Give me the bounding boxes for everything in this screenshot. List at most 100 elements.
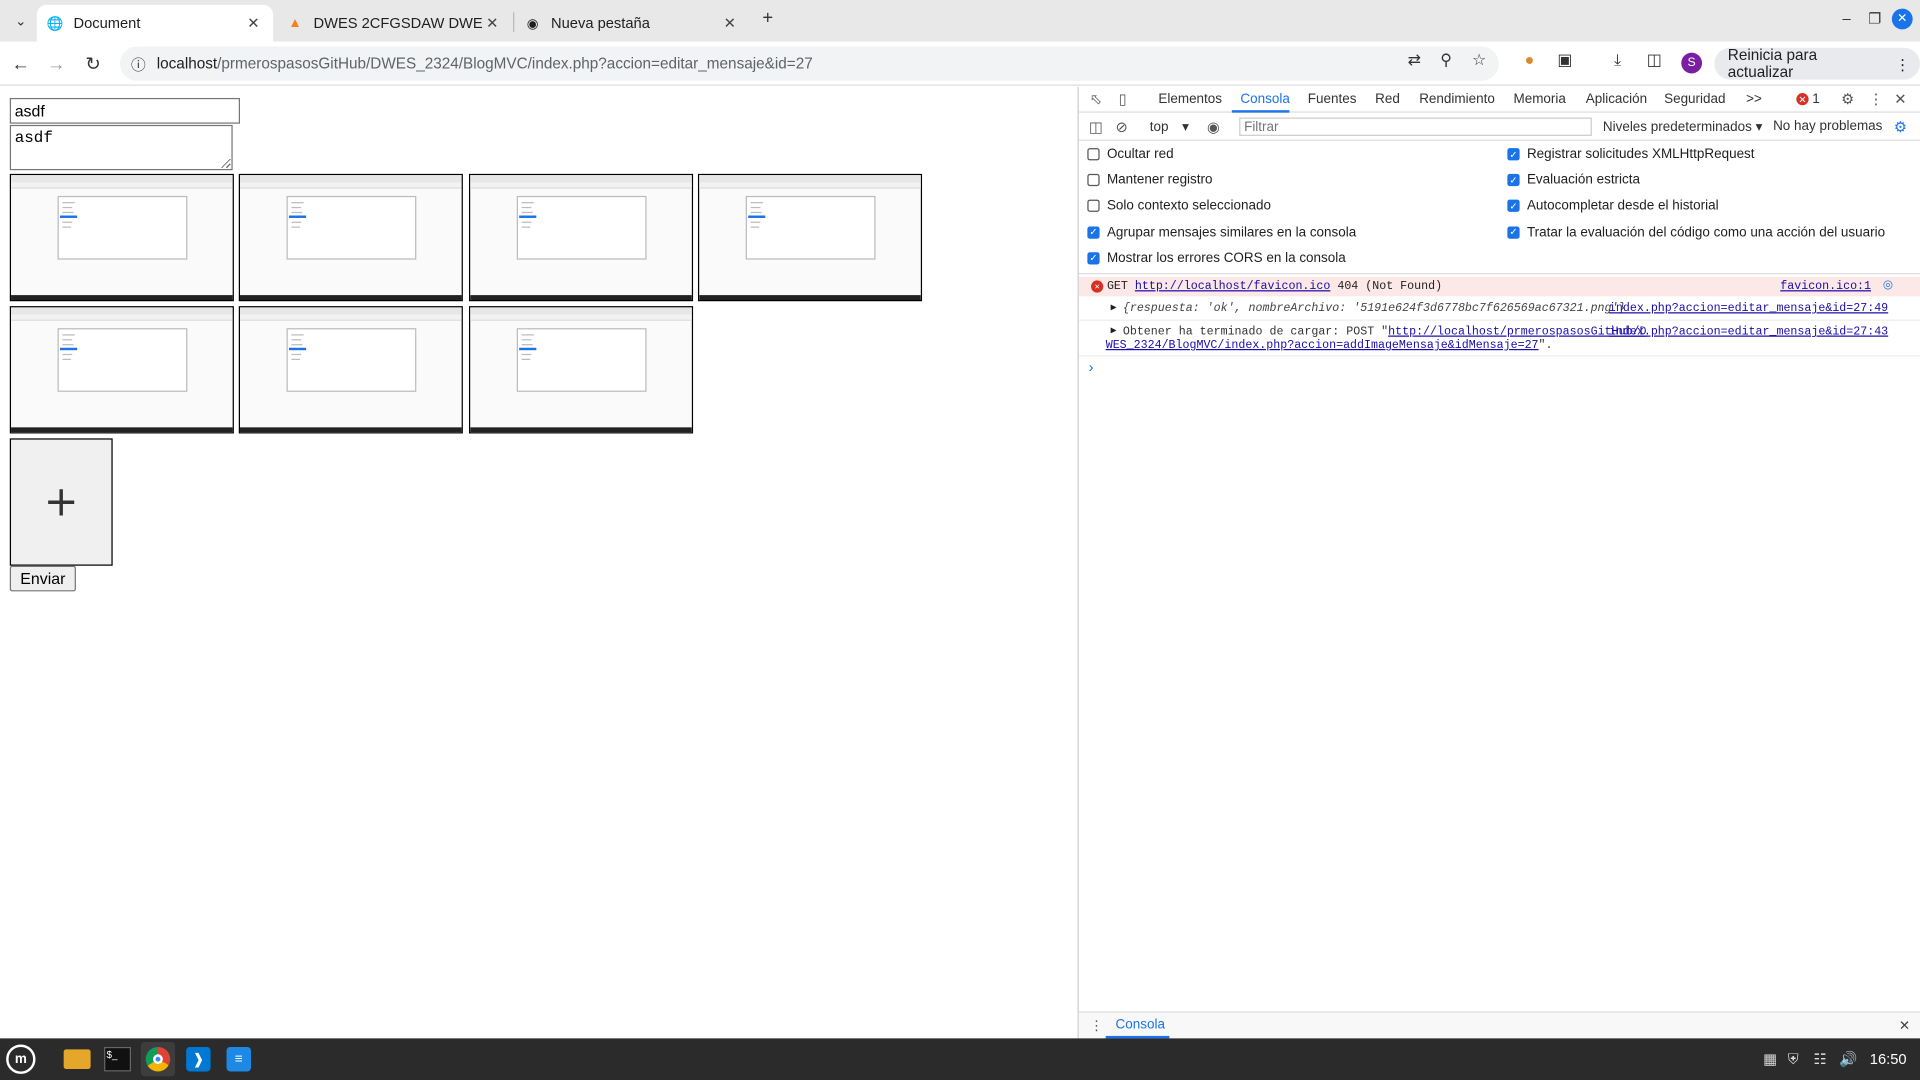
profile-avatar[interactable]: S	[1681, 52, 1703, 74]
network-tray-icon[interactable]: ☷	[1813, 1051, 1826, 1068]
new-tab-button[interactable]: +	[756, 7, 780, 28]
extensions-icon[interactable]: ▣	[1553, 50, 1577, 70]
tab-rendimiento[interactable]: Rendimiento	[1419, 92, 1495, 107]
setting-left-4[interactable]: ✓ Mostrar los errores CORS en la consola	[1087, 251, 1346, 265]
tab-list-chevron-icon[interactable]: ⌄	[7, 7, 34, 34]
send-button[interactable]: Enviar	[9, 565, 76, 592]
tab-elementos[interactable]: Elementos	[1158, 92, 1222, 107]
tab-dwes[interactable]: ▲ DWES 2CFGSDAW DWES:ND ✕	[277, 5, 512, 42]
tab-seguridad[interactable]: Seguridad	[1664, 92, 1725, 107]
zoom-icon[interactable]: ⚲	[1434, 50, 1458, 70]
more-tabs-icon[interactable]: >>	[1746, 92, 1762, 107]
globe-network-icon[interactable]: ◎	[1883, 278, 1893, 291]
drawer-menu-icon[interactable]: ⋮	[1090, 1018, 1103, 1034]
close-tab-icon[interactable]: ✕	[482, 15, 502, 32]
image-thumbnail[interactable]	[9, 173, 234, 302]
clear-console-icon[interactable]: ⊘	[1112, 119, 1132, 136]
update-button[interactable]: Reinicia para actualizar ⋮	[1714, 47, 1920, 81]
tab-red[interactable]: Red	[1375, 92, 1400, 107]
close-drawer-icon[interactable]: ✕	[1899, 1018, 1910, 1034]
clipboard-tray-icon[interactable]: ▦	[1763, 1051, 1777, 1068]
tab-nueva-pestana[interactable]: ◉ Nueva pestaña ✕	[514, 5, 749, 42]
shield-tray-icon[interactable]: ⛨	[1788, 1051, 1799, 1069]
download-icon[interactable]: ⤓	[1605, 50, 1629, 70]
tab-fuentes[interactable]: Fuentes	[1308, 92, 1357, 107]
console-prompt-icon[interactable]: ›	[1089, 359, 1094, 376]
tab-memoria[interactable]: Memoria	[1513, 92, 1565, 107]
image-thumbnail[interactable]	[9, 306, 234, 434]
log-levels-dropdown[interactable]: Niveles predeterminados ▾	[1603, 119, 1763, 135]
error-counter[interactable]: ✕ 1	[1796, 92, 1820, 107]
mint-menu-icon[interactable]: m	[4, 1042, 38, 1076]
checkbox[interactable]: ✓	[1507, 174, 1520, 187]
minimize-icon[interactable]: –	[1834, 10, 1858, 27]
chrome-taskbar-icon[interactable]	[140, 1042, 176, 1077]
files-folder-icon[interactable]	[60, 1042, 94, 1076]
sidebar-toggle-icon[interactable]: ◫	[1086, 119, 1106, 136]
back-icon[interactable]: ←	[7, 50, 34, 77]
add-image-button[interactable]: +	[9, 438, 113, 566]
expand-triangle-icon[interactable]: ▶	[1111, 301, 1117, 313]
site-info-icon[interactable]: ⓘ	[120, 53, 157, 74]
forward-icon[interactable]: →	[43, 50, 70, 77]
cookie-extension-icon[interactable]: ●	[1517, 50, 1541, 68]
setting-right-2[interactable]: ✓ Autocompletar desde el historial	[1507, 199, 1719, 214]
fetch-url-link-b[interactable]: WES_2324/BlogMVC/index.php?accion=addIma…	[1106, 338, 1539, 351]
image-thumbnail[interactable]	[468, 306, 693, 434]
checkbox[interactable]: ✓	[1507, 200, 1520, 213]
console-settings-gear-icon[interactable]: ⚙	[1891, 119, 1911, 136]
close-window-icon[interactable]: ✕	[1891, 8, 1913, 30]
console-filter-input[interactable]	[1239, 117, 1592, 136]
address-bar[interactable]: ⓘ localhost/prmerospasosGitHub/DWES_2324…	[120, 46, 1499, 81]
error-url-link[interactable]: http://localhost/favicon.ico	[1135, 279, 1330, 292]
setting-right-3[interactable]: ✓ Tratar la evaluación del código como un…	[1507, 225, 1885, 240]
settings-gear-icon[interactable]: ⚙	[1838, 91, 1858, 108]
checkbox[interactable]: ✓	[1087, 251, 1100, 265]
error-source-link[interactable]: favicon.ico:1	[1780, 279, 1871, 292]
translate-icon[interactable]: ⇄	[1402, 50, 1426, 70]
setting-right-0[interactable]: ✓ Registrar solicitudes XMLHttpRequest	[1507, 147, 1755, 162]
setting-left-0[interactable]: Ocultar red	[1087, 147, 1174, 162]
checkbox[interactable]	[1087, 174, 1100, 187]
message-textarea[interactable]: asdf	[9, 124, 233, 171]
text-editor-icon[interactable]: ≡	[222, 1042, 256, 1076]
setting-left-2[interactable]: Solo contexto seleccionado	[1087, 199, 1271, 214]
tab-aplicacion[interactable]: Aplicación	[1586, 92, 1647, 107]
checkbox[interactable]: ✓	[1507, 226, 1520, 239]
setting-right-1[interactable]: ✓ Evaluación estricta	[1507, 173, 1640, 188]
clock[interactable]: 16:50	[1870, 1051, 1907, 1068]
expand-triangle-icon[interactable]: ▶	[1111, 324, 1117, 337]
setting-left-3[interactable]: ✓ Agrupar mensajes similares en la consol…	[1087, 225, 1356, 240]
drawer-tab-consola[interactable]: Consola	[1116, 1018, 1165, 1033]
vscode-icon[interactable]: ❱	[181, 1042, 215, 1076]
checkbox[interactable]: ✓	[1087, 226, 1100, 239]
reload-icon[interactable]: ↻	[80, 50, 107, 77]
device-toolbar-icon[interactable]: ▯	[1113, 91, 1133, 108]
log2-source-link[interactable]: index.php?accion=editar_mensaje&id=27:43	[1609, 324, 1888, 337]
close-tab-icon[interactable]: ✕	[720, 15, 740, 32]
inspect-element-icon[interactable]: ⬁	[1086, 91, 1106, 108]
bookmark-star-icon[interactable]: ☆	[1467, 50, 1491, 70]
log1-source-link[interactable]: index.php?accion=editar_mensaje&id=27:49	[1609, 301, 1888, 314]
kebab-menu-icon[interactable]: ⋮	[1895, 54, 1910, 73]
close-tab-icon[interactable]: ✕	[244, 15, 264, 32]
issues-status[interactable]: No hay problemas	[1773, 119, 1882, 134]
checkbox[interactable]	[1087, 200, 1100, 213]
image-thumbnail[interactable]	[239, 306, 464, 434]
devtools-menu-icon[interactable]: ⋮	[1866, 91, 1886, 108]
restore-icon[interactable]: ❐	[1862, 10, 1886, 27]
volume-tray-icon[interactable]: 🔊	[1839, 1051, 1857, 1068]
title-input[interactable]	[9, 97, 241, 124]
checkbox[interactable]	[1087, 148, 1100, 161]
terminal-icon[interactable]: $_	[100, 1042, 134, 1076]
live-expression-eye-icon[interactable]: ◉	[1204, 119, 1224, 136]
tab-consola[interactable]: Consola	[1240, 92, 1289, 107]
side-panel-icon[interactable]: ◫	[1642, 50, 1666, 70]
tab-document[interactable]: 🌐 Document ✕	[36, 4, 274, 42]
setting-left-1[interactable]: Mantener registro	[1087, 173, 1213, 188]
context-selector[interactable]: top ▾	[1150, 119, 1189, 135]
image-thumbnail[interactable]	[239, 173, 464, 302]
checkbox[interactable]: ✓	[1507, 148, 1520, 161]
image-thumbnail[interactable]	[697, 173, 922, 302]
close-devtools-icon[interactable]: ✕	[1891, 91, 1911, 108]
